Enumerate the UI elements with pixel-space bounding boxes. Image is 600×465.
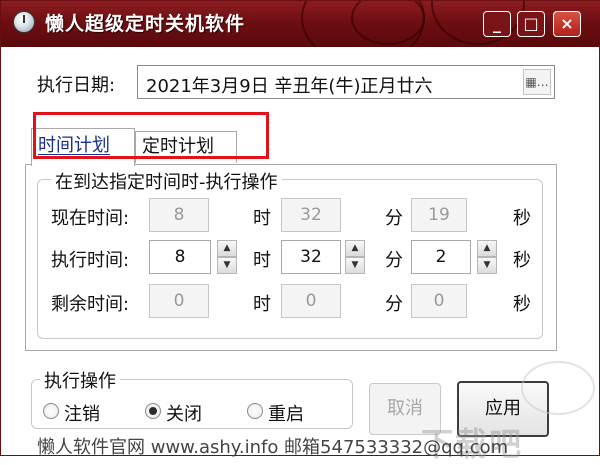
minute-unit: 分 (385, 208, 403, 229)
arrow-up-icon[interactable]: ▲ (217, 240, 237, 257)
remaining-second-field: 0 (411, 284, 467, 318)
execute-minute-input[interactable]: 32 (281, 240, 341, 274)
execute-second-input[interactable]: 2 (411, 240, 471, 274)
second-unit: 秒 (513, 294, 531, 315)
shutdown-label[interactable]: 关闭 (166, 400, 202, 426)
date-label: 执行日期: (37, 75, 116, 96)
action-group-title: 执行操作 (40, 367, 120, 393)
maximize-button[interactable]: □ (517, 11, 545, 37)
remaining-time-label: 剩余时间: (51, 294, 130, 315)
title-bar[interactable]: 懒人超级定时关机软件 _ □ × (1, 1, 600, 47)
app-window: 懒人超级定时关机软件 _ □ × 执行日期: 2021年3月9日 辛丑年(牛)正… (0, 0, 600, 463)
hour-unit: 时 (253, 250, 271, 271)
clock-icon (13, 11, 35, 33)
date-picker[interactable]: 2021年3月9日 辛丑年(牛)正月廿六 ▦… (137, 65, 555, 99)
shutdown-radio[interactable] (145, 403, 161, 419)
minute-stepper[interactable]: ▲ ▼ (345, 240, 365, 274)
arrow-down-icon[interactable]: ▼ (345, 257, 365, 274)
hour-unit: 时 (253, 208, 271, 229)
highlight-box (33, 112, 269, 159)
remaining-hour-field: 0 (149, 284, 209, 318)
current-time-label: 现在时间: (51, 208, 130, 229)
arrow-down-icon[interactable]: ▼ (217, 257, 237, 274)
minute-unit: 分 (385, 294, 403, 315)
restart-radio[interactable] (247, 403, 263, 419)
hour-unit: 时 (253, 294, 271, 315)
window-title: 懒人超级定时关机软件 (45, 13, 246, 35)
calendar-icon[interactable]: ▦… (523, 69, 551, 95)
execute-hour-input[interactable]: 8 (149, 240, 211, 274)
current-hour-field: 8 (149, 198, 209, 232)
minute-unit: 分 (385, 250, 403, 271)
arrow-up-icon[interactable]: ▲ (345, 240, 365, 257)
execute-time-label: 执行时间: (51, 250, 130, 271)
current-minute-field: 32 (281, 198, 341, 232)
time-group-title: 在到达指定时间时-执行操作 (51, 168, 282, 194)
corner-ornament (521, 361, 595, 415)
minimize-button[interactable]: _ (483, 11, 511, 37)
second-unit: 秒 (513, 250, 531, 271)
remaining-minute-field: 0 (281, 284, 341, 318)
second-stepper[interactable]: ▲ ▼ (477, 240, 497, 274)
logout-label[interactable]: 注销 (64, 400, 100, 426)
arrow-down-icon[interactable]: ▼ (477, 257, 497, 274)
logout-radio[interactable] (43, 403, 59, 419)
close-button[interactable]: × (553, 11, 581, 37)
current-second-field: 19 (411, 198, 467, 232)
date-value: 2021年3月9日 辛丑年(牛)正月廿六 (146, 76, 433, 97)
footer-text: 懒人软件官网 www.ashy.info 邮箱547533332@qq.com (37, 437, 509, 458)
restart-label[interactable]: 重启 (268, 400, 304, 426)
hour-stepper[interactable]: ▲ ▼ (217, 240, 237, 274)
arrow-up-icon[interactable]: ▲ (477, 240, 497, 257)
second-unit: 秒 (513, 208, 531, 229)
